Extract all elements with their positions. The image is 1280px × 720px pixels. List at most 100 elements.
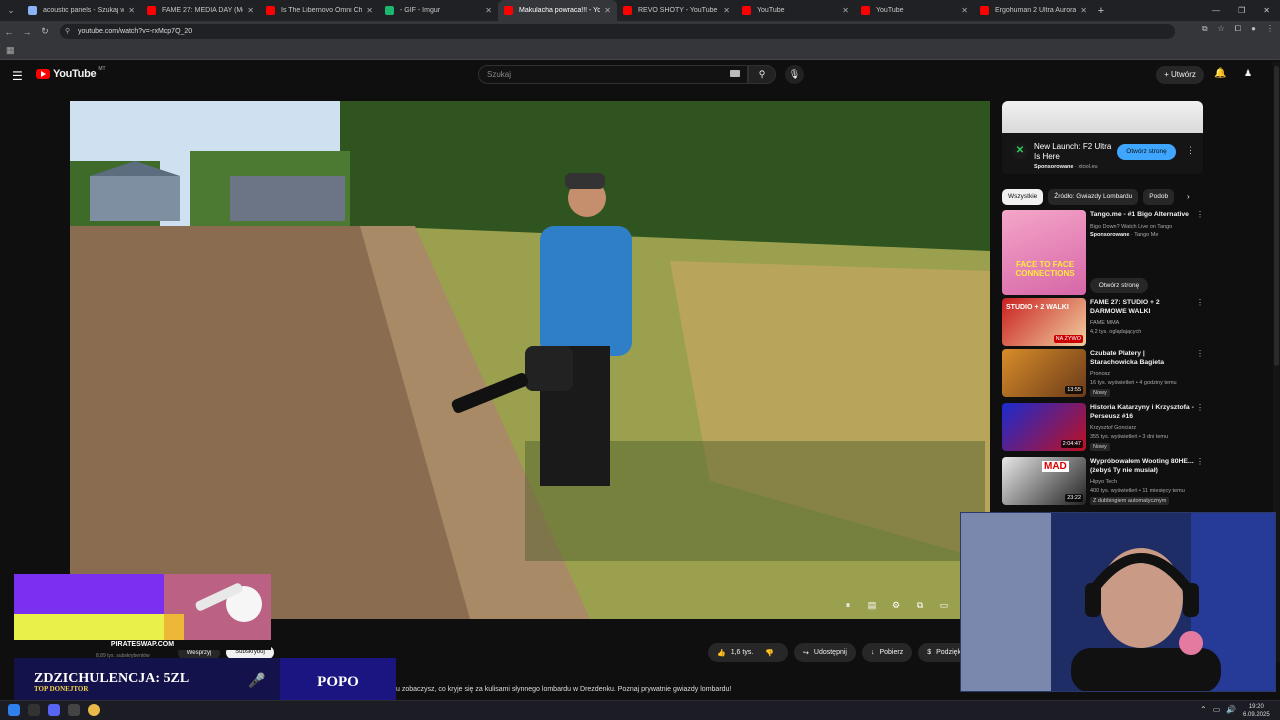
browser-menu-icon[interactable]: ⋮ [1266, 24, 1274, 34]
list-item[interactable]: 2:04:47 Historia Katarzyny i Krzysztofa … [1002, 403, 1204, 453]
browser-tab[interactable]: Makulacha powraca!!! - YouTub✕ [498, 0, 617, 21]
video-description[interactable]: u zobaczysz, co kryje się za kulisami sł… [396, 686, 731, 693]
forward-icon[interactable]: → [18, 27, 36, 37]
maximize-icon[interactable]: ❐ [1238, 6, 1245, 15]
browser-tab[interactable]: acoustic panels - Szukaj w Goo✕ [22, 0, 141, 21]
rec-thumbnail[interactable]: 13:55 [1002, 349, 1086, 397]
rec-more-icon[interactable]: ⋮ [1196, 403, 1204, 412]
keyboard-icon[interactable] [730, 70, 740, 77]
tab-close-icon[interactable]: ✕ [1080, 6, 1087, 15]
browser-tab[interactable]: YouTube ✕ [855, 0, 974, 21]
miniplayer-icon[interactable]: ⧉ [914, 600, 926, 611]
rec-channel[interactable]: Pronosz [1090, 371, 1110, 377]
search-input[interactable]: Szukaj [478, 65, 748, 84]
ad-image[interactable] [1002, 101, 1203, 133]
close-window-icon[interactable]: ✕ [1263, 6, 1270, 15]
new-tab-button[interactable]: + [1093, 5, 1109, 17]
browser-tab[interactable]: Ergohuman 2 Ultra Aurora Whi✕ [974, 0, 1093, 21]
install-icon[interactable]: ⧉ [1202, 24, 1208, 34]
rec-sponsor-name: Tango Me [1134, 232, 1159, 238]
create-button[interactable]: + Utwórz [1156, 66, 1204, 84]
system-clock[interactable]: 19:20 6.09.2025 [1243, 703, 1270, 719]
obs-icon[interactable] [68, 704, 80, 716]
volume-icon[interactable]: 🔊 [1226, 705, 1236, 714]
chips-next-icon[interactable]: › [1187, 192, 1190, 201]
tab-close-icon[interactable]: ✕ [604, 6, 611, 15]
tray-chevron-icon[interactable]: ⌃ [1200, 705, 1207, 714]
rec-more-icon[interactable]: ⋮ [1196, 298, 1204, 307]
filter-chip[interactable]: Źródło: Gwiazdy Lombardu [1048, 189, 1139, 205]
account-avatar[interactable]: ♟ [1244, 68, 1254, 80]
terminal-icon[interactable] [28, 704, 40, 716]
list-item[interactable]: STUDIO + 2 WALKI NA ŻYWO FAME 27: STUDIO… [1002, 298, 1204, 348]
rec-open-site-button[interactable]: Otwórz stronę [1090, 278, 1148, 293]
ad-open-site-button[interactable]: Otwórz stronę [1117, 144, 1176, 160]
browser-tab[interactable]: Is The Libernovo Omni Chair B✕ [260, 0, 379, 21]
filter-chip[interactable]: Podob [1143, 189, 1175, 205]
download-button[interactable]: ↓ Pobierz [861, 643, 913, 662]
thumbs-down-icon[interactable]: 👎 [765, 649, 774, 657]
list-item[interactable]: MAD 23:22 Wypróbowałem Wooting 80HE... (… [1002, 457, 1204, 507]
microphone-icon: 🎤 [248, 672, 266, 688]
list-item[interactable]: 13:55 Czubate Platery | Starachowicka Ba… [1002, 349, 1204, 399]
search-button[interactable]: ⚲ [748, 65, 776, 84]
browser-tab[interactable]: REVO SHOTY - YouTube ✕ [617, 0, 736, 21]
settings-gear-icon[interactable]: ⚙ [890, 600, 902, 611]
subtitles-icon[interactable]: ▤ [866, 600, 878, 611]
voice-search-button[interactable]: 🎙 [785, 65, 804, 84]
apps-grid-icon[interactable]: ▦ [6, 45, 15, 56]
rec-title[interactable]: Historia Katarzyny i Krzysztofa - Perseu… [1090, 403, 1194, 421]
network-icon[interactable]: ▭ [1213, 705, 1221, 714]
tab-close-icon[interactable]: ✕ [128, 6, 135, 15]
rec-thumbnail[interactable]: 2:04:47 [1002, 403, 1086, 451]
rec-more-icon[interactable]: ⋮ [1196, 457, 1204, 466]
rec-thumbnail[interactable]: FACE TO FACE CONNECTIONS [1002, 210, 1086, 295]
discord-icon[interactable] [48, 704, 60, 716]
extensions-icon[interactable]: ⧠ [1235, 24, 1241, 34]
theater-mode-icon[interactable]: ▭ [938, 600, 950, 611]
tab-close-icon[interactable]: ✕ [842, 6, 849, 15]
ad-title[interactable]: New Launch: F2 Ultra Is Here [1034, 142, 1114, 162]
tab-search-icon[interactable]: ⌄ [0, 0, 22, 21]
reload-icon[interactable]: ↻ [36, 26, 54, 37]
list-item[interactable]: FACE TO FACE CONNECTIONS Tango.me - #1 B… [1002, 210, 1204, 298]
tab-close-icon[interactable]: ✕ [247, 6, 254, 15]
profile-icon[interactable]: ● [1251, 24, 1256, 34]
rec-more-icon[interactable]: ⋮ [1196, 210, 1204, 219]
share-button[interactable]: ↪ Udostępnij [794, 643, 856, 662]
rec-channel[interactable]: FAME MMA [1090, 320, 1119, 326]
rec-thumbnail[interactable]: STUDIO + 2 WALKI NA ŻYWO [1002, 298, 1086, 346]
bookmark-star-icon[interactable]: ☆ [1218, 24, 1225, 34]
rec-title[interactable]: FAME 27: STUDIO + 2 DARMOWE WALKI [1090, 298, 1194, 316]
rec-more-icon[interactable]: ⋮ [1196, 349, 1204, 358]
hamburger-menu-icon[interactable]: ☰ [12, 69, 23, 83]
site-info-icon[interactable]: ⚲ [65, 27, 70, 35]
rec-thumbnail[interactable]: MAD 23:22 [1002, 457, 1086, 505]
tab-close-icon[interactable]: ✕ [961, 6, 968, 15]
rec-title[interactable]: Wypróbowałem Wooting 80HE... (żebyś Ty n… [1090, 457, 1194, 475]
notifications-bell-icon[interactable]: 🔔 [1214, 68, 1226, 79]
autoplay-toggle-icon[interactable]: ⏸ [842, 600, 854, 611]
browser-tab[interactable]: FAME 27: MEDIA DAY (Media t ✕ [141, 0, 260, 21]
tab-close-icon[interactable]: ✕ [366, 6, 373, 15]
filter-chip[interactable]: Wszystkie [1002, 189, 1044, 205]
rec-title[interactable]: Tango.me - #1 Bigo Alternative [1090, 210, 1194, 219]
rec-channel[interactable]: Krzysztof Gonciarz [1090, 425, 1136, 431]
tab-close-icon[interactable]: ✕ [485, 6, 492, 15]
start-icon[interactable] [8, 704, 20, 716]
tab-close-icon[interactable]: ✕ [723, 6, 730, 15]
ad-more-icon[interactable]: ⋮ [1186, 145, 1195, 156]
browser-tab[interactable]: - GIF - Imgur ✕ [379, 0, 498, 21]
rec-channel[interactable]: Hipyo Tech [1090, 479, 1117, 485]
sidebar-ad[interactable]: ✕ New Launch: F2 Ultra Is Here Sponsorow… [1002, 101, 1203, 174]
url-input[interactable]: ⚲ youtube.com/watch?v=-rxMcp7Q_20 [60, 24, 1175, 39]
browser-tab[interactable]: YouTube ✕ [736, 0, 855, 21]
chrome-icon[interactable] [88, 704, 100, 716]
back-icon[interactable]: ← [0, 27, 18, 37]
minimize-icon[interactable]: — [1212, 6, 1220, 15]
rec-title[interactable]: Czubate Platery | Starachowicka Bagieta [1090, 349, 1194, 367]
youtube-logo[interactable]: YouTube MT [36, 66, 106, 80]
like-button[interactable]: 👍 1,6 tys. 👎 [708, 643, 789, 662]
video-player[interactable] [70, 101, 990, 619]
rec-subtitle: Bigo Down? Watch Live on Tango [1090, 224, 1173, 230]
